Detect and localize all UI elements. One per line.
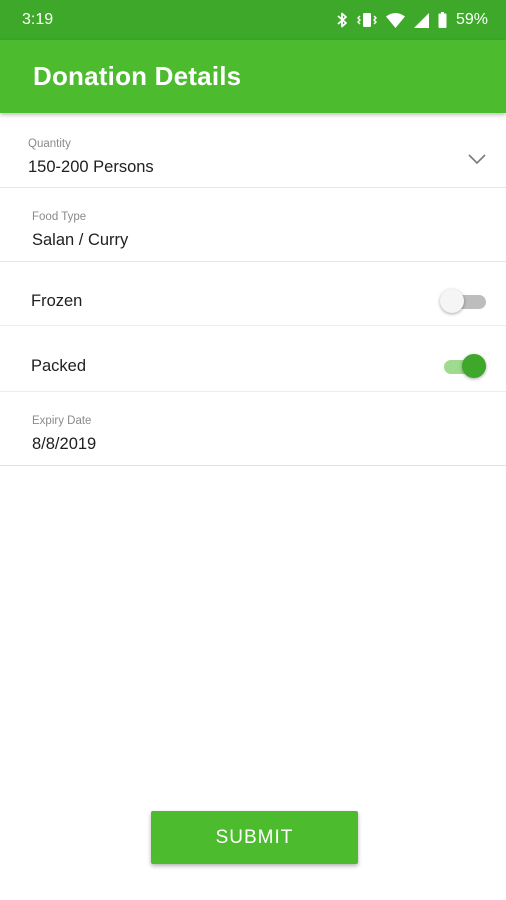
expiry-date-field[interactable]: Expiry Date 8/8/2019 <box>0 392 506 466</box>
vibrate-icon <box>356 12 377 28</box>
app-bar: Donation Details <box>0 40 506 113</box>
packed-label: Packed <box>31 357 87 375</box>
packed-toggle-thumb <box>462 354 486 378</box>
status-icons: 59% <box>337 11 488 29</box>
page-title: Donation Details <box>33 61 242 91</box>
expiry-date-value: 8/8/2019 <box>32 435 97 453</box>
frozen-toggle-thumb <box>440 289 464 313</box>
frozen-row: Frozen <box>0 262 506 326</box>
battery-icon <box>438 12 447 28</box>
submit-button[interactable]: SUBMIT <box>151 811 358 864</box>
packed-row: Packed <box>0 326 506 392</box>
frozen-toggle[interactable] <box>440 288 486 314</box>
chevron-down-icon[interactable] <box>468 152 486 170</box>
signal-icon <box>413 12 429 28</box>
quantity-dropdown[interactable]: Quantity 150-200 Persons <box>0 114 506 188</box>
expiry-date-label: Expiry Date <box>32 415 92 427</box>
status-time: 3:19 <box>22 11 54 28</box>
bluetooth-icon <box>337 12 348 28</box>
food-type-label: Food Type <box>32 211 87 223</box>
status-bar: 3:19 59% <box>0 0 506 40</box>
food-type-value: Salan / Curry <box>32 231 129 249</box>
wifi-icon <box>385 12 405 28</box>
quantity-label: Quantity <box>28 138 71 150</box>
battery-percent: 59% <box>455 11 488 28</box>
packed-toggle[interactable] <box>440 353 486 379</box>
food-type-field[interactable]: Food Type Salan / Curry <box>0 188 506 262</box>
frozen-label: Frozen <box>31 292 83 310</box>
quantity-value: 150-200 Persons <box>28 158 154 176</box>
